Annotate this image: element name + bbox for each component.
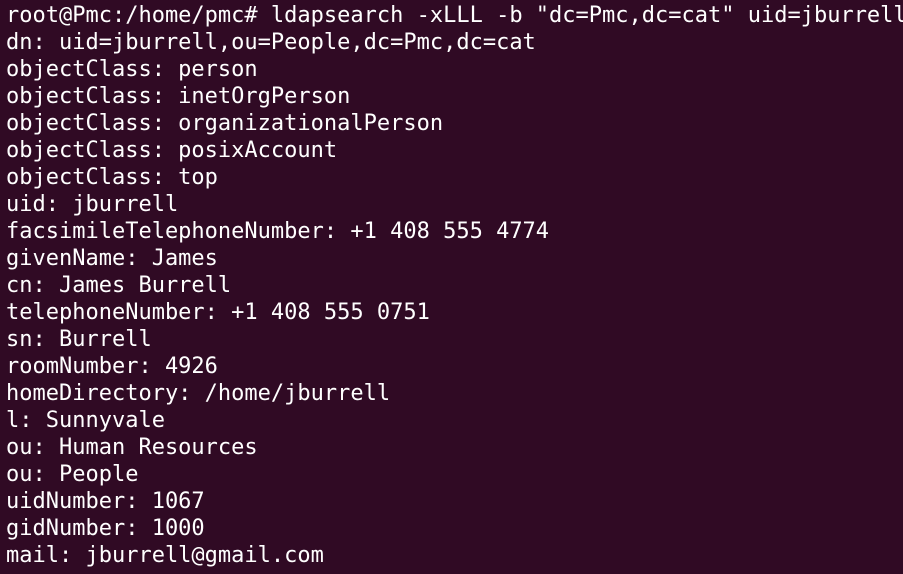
- command-text: ldapsearch -xLLL -b "dc=Pmc,dc=cat" uid=…: [270, 3, 903, 28]
- output-line-objectclass-top: objectClass: top: [6, 165, 218, 190]
- output-line-mail: mail: jburrell@gmail.com: [6, 543, 324, 568]
- output-line-objectclass-person: objectClass: person: [6, 57, 258, 82]
- output-line-homedirectory: homeDirectory: /home/jburrell: [6, 381, 391, 406]
- command-line: root@Pmc:/home/pmc# ldapsearch -xLLL -b …: [6, 2, 903, 29]
- output-line-roomnumber: roomNumber: 4926: [6, 354, 218, 379]
- output-line-ou-people: ou: People: [6, 462, 139, 487]
- output-line-objectclass-organizationalperson: objectClass: organizationalPerson: [6, 111, 444, 136]
- output-line-locality: l: Sunnyvale: [6, 408, 165, 433]
- output-line-dn: dn: uid=jburrell,ou=People,dc=Pmc,dc=cat: [6, 30, 536, 55]
- output-line-sn: sn: Burrell: [6, 327, 152, 352]
- output-line-uid: uid: jburrell: [6, 192, 179, 217]
- output-line-telephone: telephoneNumber: +1 408 555 0751: [6, 300, 430, 325]
- output-line-fax: facsimileTelephoneNumber: +1 408 555 477…: [6, 219, 550, 244]
- shell-prompt: root@Pmc:/home/pmc#: [6, 3, 271, 28]
- output-line-gidnumber: gidNumber: 1000: [6, 516, 205, 541]
- terminal-window[interactable]: root@Pmc:/home/pmc# ldapsearch -xLLL -b …: [0, 0, 903, 574]
- output-line-objectclass-inetorgperson: objectClass: inetOrgPerson: [6, 84, 351, 109]
- output-line-uidnumber: uidNumber: 1067: [6, 489, 205, 514]
- output-line-objectclass-posixaccount: objectClass: posixAccount: [6, 138, 338, 163]
- output-line-cn: cn: James Burrell: [6, 273, 232, 298]
- output-line-ou-hr: ou: Human Resources: [6, 435, 258, 460]
- output-line-givenname: givenName: James: [6, 246, 218, 271]
